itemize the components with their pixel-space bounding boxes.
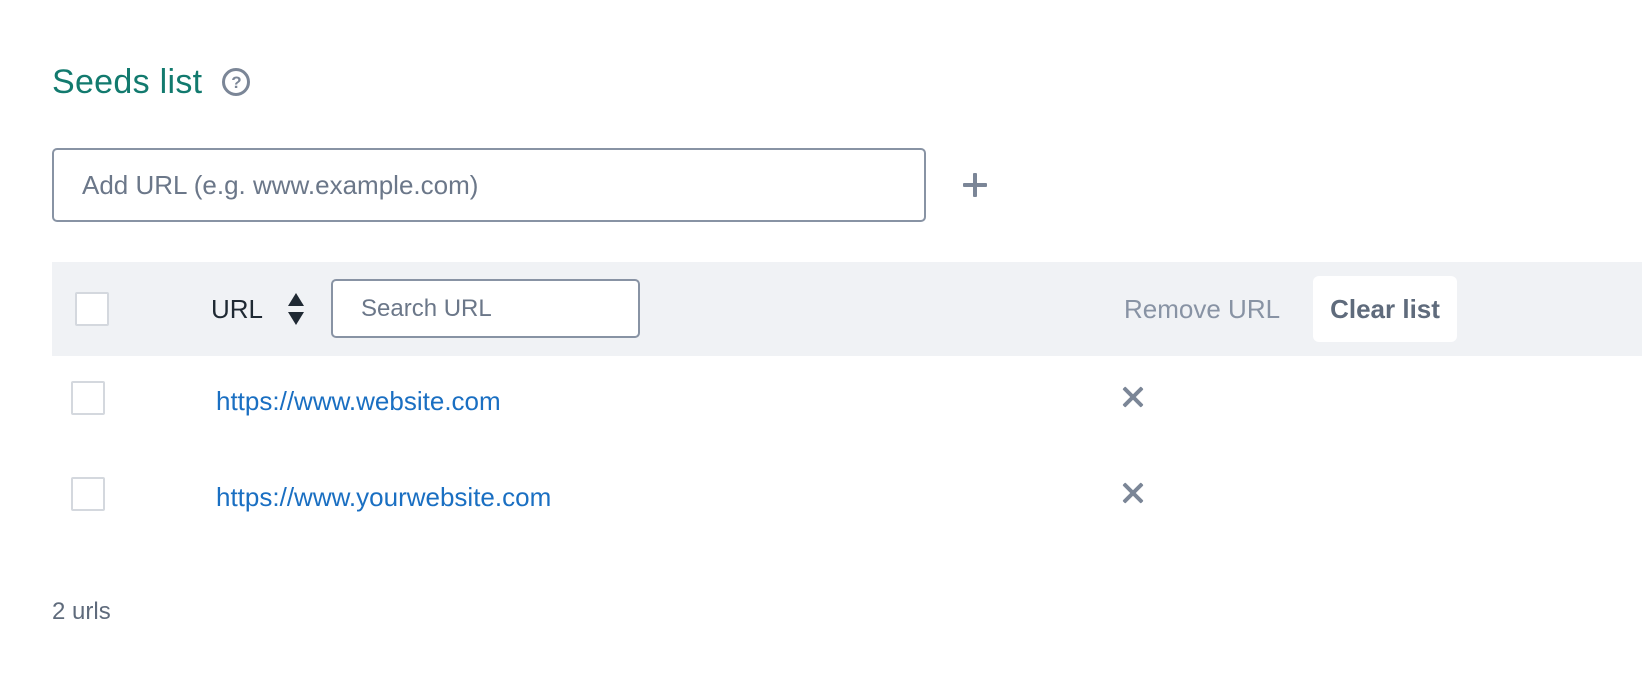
title-row: Seeds list ? [52,58,251,106]
table-row: https://www.website.com [52,356,1642,452]
search-url-input[interactable] [331,279,640,338]
row-checkbox[interactable] [71,381,105,415]
table-header: URL Remove URL Clear list [52,262,1642,356]
seeds-table: URL Remove URL Clear list https://www.we… [52,262,1642,548]
clear-list-button[interactable]: Clear list [1313,276,1457,342]
add-url-plus-icon[interactable] [960,170,990,200]
select-all-checkbox[interactable] [75,292,109,326]
table-row: https://www.yourwebsite.com [52,452,1642,548]
url-count: 2 urls [52,598,111,625]
add-url-row [52,148,990,222]
url-column-header: URL [211,294,264,324]
row-url-link[interactable]: https://www.yourwebsite.com [216,480,551,514]
seeds-list-page: Seeds list ? URL Remove URL Clear list h… [0,0,1642,696]
add-url-input[interactable] [52,148,926,222]
sort-icon[interactable] [287,293,305,325]
help-icon[interactable]: ? [222,68,251,96]
row-url-link[interactable]: https://www.website.com [216,384,501,418]
close-icon[interactable] [1122,386,1144,408]
remove-url-button[interactable]: Remove URL [1124,292,1280,326]
page-title: Seeds list [52,62,203,101]
close-icon[interactable] [1122,482,1144,504]
row-checkbox[interactable] [71,477,105,511]
